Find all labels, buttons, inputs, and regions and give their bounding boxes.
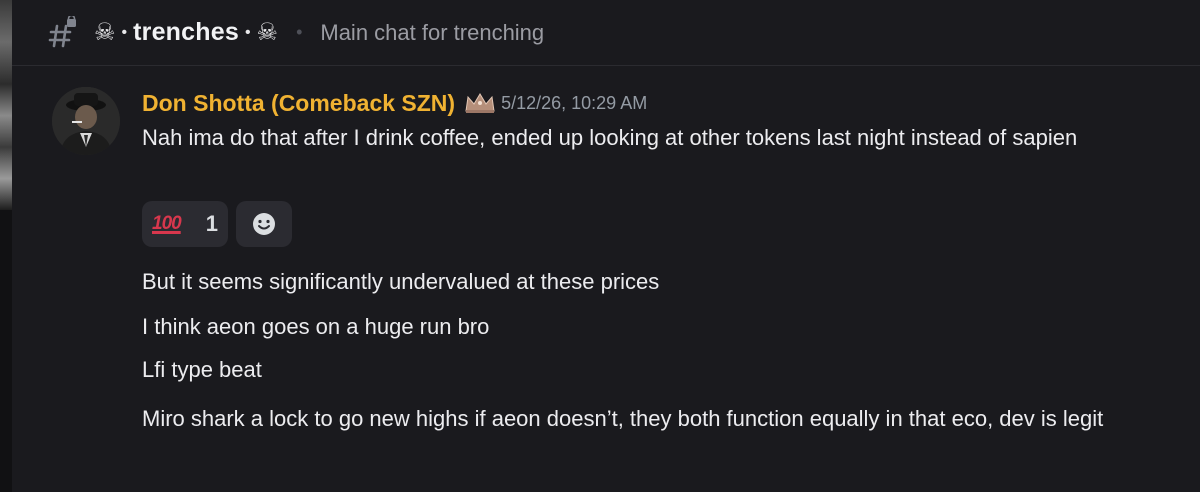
- message-list: Don Shotta (Comeback SZN) 5/12/26, 10:29…: [12, 67, 1200, 492]
- chat-window: ☠ • trenches • ☠ • Main chat for trenchi…: [0, 0, 1200, 492]
- topic-divider: •: [296, 22, 303, 42]
- separator-dot: •: [244, 23, 251, 41]
- username[interactable]: Don Shotta (Comeback SZN): [142, 90, 455, 117]
- message-text: Miro shark a lock to go new highs if aeo…: [142, 406, 1104, 431]
- reaction-bar: 100 1: [142, 201, 292, 247]
- channel-topic[interactable]: Main chat for trenching: [320, 20, 544, 46]
- channel-name[interactable]: trenches: [133, 18, 239, 47]
- skull-emoji-icon: ☠: [256, 18, 279, 46]
- message-header: Don Shotta (Comeback SZN) 5/12/26, 10:29…: [142, 87, 647, 119]
- text-channel-locked-icon: [48, 15, 78, 50]
- reaction-count: 1: [205, 211, 218, 236]
- avatar[interactable]: [52, 87, 120, 155]
- crown-icon[interactable]: [463, 91, 497, 115]
- channel-header: ☠ • trenches • ☠ • Main chat for trenchi…: [12, 0, 1200, 66]
- add-reaction-button[interactable]: [236, 201, 292, 247]
- skull-emoji-icon: ☠: [94, 18, 116, 46]
- reaction-100[interactable]: 100 1: [142, 201, 228, 247]
- message-text: Lfi type beat: [142, 357, 262, 382]
- sidebar-edge-lower: [0, 210, 12, 492]
- separator-dot: •: [121, 23, 128, 41]
- message-text: I think aeon goes on a huge run bro: [142, 314, 490, 339]
- hundred-points-emoji-icon: 100: [152, 213, 182, 234]
- smiley-add-reaction-icon: [253, 213, 275, 235]
- message-timestamp[interactable]: 5/12/26, 10:29 AM: [501, 93, 647, 114]
- message-text: But it seems significantly undervalued a…: [142, 269, 660, 294]
- message-text: Nah ima do that after I drink coffee, en…: [142, 125, 1078, 150]
- server-sidebar-edge: [0, 0, 12, 210]
